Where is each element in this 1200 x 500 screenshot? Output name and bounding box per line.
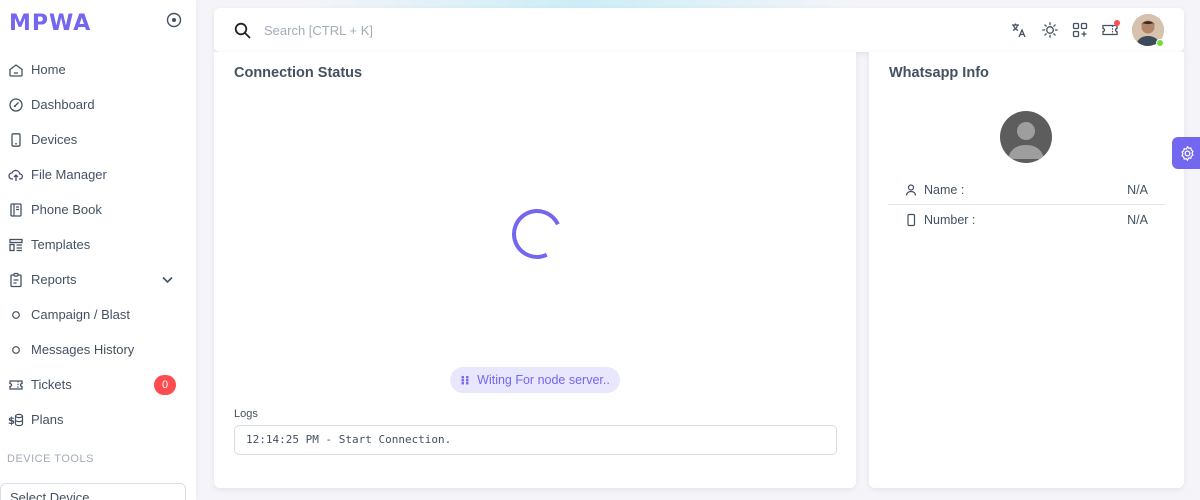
brand-name: MPWA <box>9 10 92 36</box>
sidebar-item-tickets[interactable]: Tickets 0 <box>0 367 196 402</box>
sidebar-item-label: Phone Book <box>31 202 102 217</box>
online-status-dot <box>1156 39 1164 47</box>
loading-spinner <box>504 201 570 267</box>
search-icon[interactable] <box>234 22 251 39</box>
whatsapp-name-row: Name : N/A <box>888 175 1165 205</box>
phone-icon <box>8 132 24 148</box>
select-device-dropdown[interactable]: Select Device <box>0 483 186 500</box>
connection-status-card: Connection Status Witing For node server… <box>214 52 856 488</box>
sidebar-item-file-manager[interactable]: File Manager <box>0 157 196 192</box>
sidebar-item-label: File Manager <box>31 167 107 182</box>
circle-icon <box>8 342 24 358</box>
user-icon <box>905 183 917 196</box>
sidebar-item-label: Devices <box>31 132 78 147</box>
card-title: Connection Status <box>234 65 363 81</box>
logs-output[interactable]: 12:14:25 PM - Start Connection. <box>234 425 837 455</box>
tickets-count-badge: 0 <box>154 375 176 395</box>
clipboard-icon <box>8 272 24 288</box>
circle-icon <box>8 307 24 323</box>
number-label: Number : <box>924 213 976 227</box>
whatsapp-profile-avatar <box>1000 111 1052 163</box>
sidebar-item-label: Tickets <box>31 377 72 392</box>
sidebar-item-label: Reports <box>31 272 77 287</box>
number-value: N/A <box>1127 213 1148 227</box>
top-navbar <box>214 8 1184 52</box>
top-decoration <box>300 0 860 8</box>
sidebar-item-dashboard[interactable]: Dashboard <box>0 87 196 122</box>
sidebar-item-campaign-blast[interactable]: Campaign / Blast <box>0 297 196 332</box>
sidebar-item-label: Messages History <box>31 342 135 357</box>
connection-status-text: Witing For node server.. <box>477 373 610 387</box>
brand-logo[interactable]: MPWA <box>9 10 91 36</box>
sidebar: MPWA Home Dashboard Devices File Manager… <box>0 0 196 500</box>
book-icon <box>8 202 24 218</box>
sidebar-item-label: Home <box>31 62 66 77</box>
customizer-settings-button[interactable] <box>1172 137 1200 169</box>
sidebar-item-reports[interactable]: Reports <box>0 262 196 297</box>
ticket-notification-icon[interactable] <box>1101 20 1120 39</box>
whatsapp-number-row: Number : N/A <box>888 205 1165 235</box>
logs-label: Logs <box>234 408 258 420</box>
home-icon <box>8 62 24 78</box>
name-value: N/A <box>1127 182 1148 197</box>
sidebar-item-devices[interactable]: Devices <box>0 122 196 157</box>
chevron-down-icon[interactable] <box>160 272 175 287</box>
template-icon <box>8 237 24 253</box>
sidebar-item-label: Campaign / Blast <box>31 307 130 322</box>
cloud-upload-icon <box>8 167 24 183</box>
device-tools-header: DEVICE TOOLS <box>7 453 94 465</box>
sidebar-item-label: Plans <box>31 412 64 427</box>
sidebar-item-home[interactable]: Home <box>0 52 196 87</box>
loader-icon <box>461 376 469 385</box>
card-title: Whatsapp Info <box>889 65 989 81</box>
sidebar-collapse-icon[interactable] <box>166 12 182 28</box>
svg-text:$: $ <box>8 416 15 427</box>
sidebar-item-label: Dashboard <box>31 97 95 112</box>
translate-icon[interactable] <box>1010 21 1028 39</box>
gear-icon <box>1180 145 1194 161</box>
search-input[interactable] <box>264 18 664 42</box>
name-label: Name : <box>924 182 965 197</box>
sun-icon[interactable] <box>1041 21 1059 39</box>
sidebar-item-templates[interactable]: Templates <box>0 227 196 262</box>
phone-icon <box>907 213 916 227</box>
sidebar-item-phone-book[interactable]: Phone Book <box>0 192 196 227</box>
sidebar-item-plans[interactable]: $ Plans <box>0 402 196 437</box>
sidebar-item-label: Templates <box>31 237 91 252</box>
ticket-icon <box>8 377 24 393</box>
coins-icon: $ <box>8 412 24 428</box>
connection-status-badge: Witing For node server.. <box>450 367 620 393</box>
sidebar-item-messages-history[interactable]: Messages History <box>0 332 196 367</box>
gauge-icon <box>8 97 24 113</box>
whatsapp-info-card: Whatsapp Info Name : N/A Number : N/A <box>869 52 1184 488</box>
sidebar-menu: Home Dashboard Devices File Manager Phon… <box>0 52 196 437</box>
apps-grid-icon[interactable] <box>1071 21 1089 39</box>
notification-dot <box>1114 20 1120 26</box>
